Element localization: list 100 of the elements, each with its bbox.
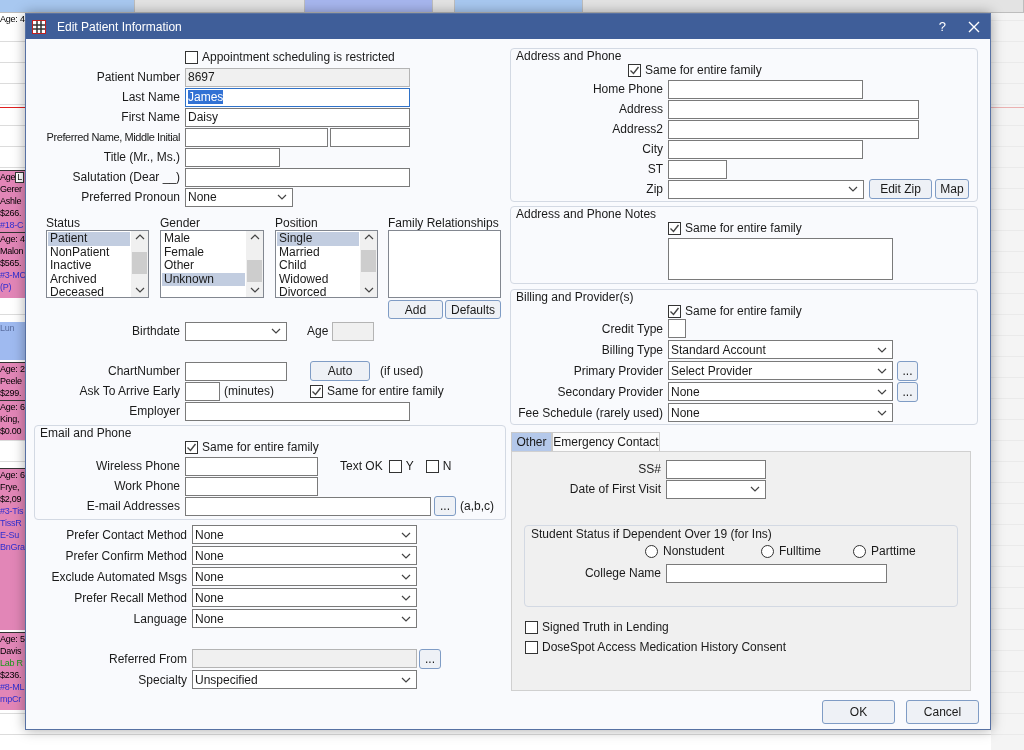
appointment-text: Lab R <box>0 657 23 669</box>
scrollbar[interactable] <box>360 231 377 297</box>
input-field[interactable] <box>666 459 766 479</box>
input-field[interactable] <box>668 99 919 119</box>
button[interactable]: Defaults <box>445 300 501 319</box>
checkbox[interactable]: N <box>425 457 452 475</box>
button[interactable]: ... <box>897 360 918 381</box>
dropdown[interactable] <box>668 179 864 199</box>
dropdown[interactable]: None <box>668 403 893 422</box>
list-item[interactable]: Widowed <box>277 272 359 286</box>
dropdown[interactable]: None <box>185 187 293 207</box>
list-item[interactable]: Inactive <box>48 259 130 273</box>
list-item[interactable]: Deceased <box>48 286 130 297</box>
dropdown[interactable]: None <box>668 382 893 401</box>
input-field[interactable] <box>185 167 410 187</box>
button[interactable]: Map <box>935 179 969 199</box>
list-item[interactable]: Male <box>162 232 245 246</box>
input-field[interactable] <box>185 147 280 167</box>
close-icon[interactable] <box>968 20 980 33</box>
button[interactable]: ... <box>897 381 918 402</box>
list-item[interactable]: Unknown <box>162 272 245 286</box>
checkbox[interactable]: DoseSpot Access Medication History Consent <box>525 638 787 656</box>
list-item[interactable]: Archived <box>48 272 130 286</box>
dropdown[interactable]: None <box>192 609 417 628</box>
input-field[interactable] <box>185 381 220 401</box>
notes-field[interactable] <box>668 238 893 280</box>
list-item[interactable]: Child <box>277 259 359 273</box>
list-item[interactable]: NonPatient <box>48 245 130 259</box>
dropdown[interactable] <box>185 321 287 341</box>
checkbox[interactable]: Same for entire family <box>185 438 319 456</box>
dropdown[interactable]: Standard Account <box>668 340 893 359</box>
check-icon <box>186 441 197 453</box>
tab[interactable]: Emergency Contact <box>552 432 660 451</box>
field-label: Credit Type <box>600 320 664 338</box>
app-icon <box>32 19 46 34</box>
field-label: Home Phone <box>591 81 664 98</box>
label-text: (a,b,c) <box>460 498 494 515</box>
scrollbar[interactable] <box>131 231 148 297</box>
field-label: Specialty <box>137 671 188 689</box>
scrollbar[interactable] <box>246 231 263 297</box>
input-field[interactable] <box>668 159 727 179</box>
checkbox[interactable]: Same for entire family <box>628 61 762 79</box>
button[interactable]: Add <box>388 300 443 319</box>
field-label: Preferred Name, Middle Initial <box>45 129 181 145</box>
checkbox[interactable]: Y <box>388 457 414 475</box>
list-item[interactable]: Patient <box>48 232 130 246</box>
checkbox[interactable]: Same for entire family <box>310 382 444 400</box>
appointment-text: $565. <box>0 257 22 269</box>
checkbox[interactable]: Appointment scheduling is restricted <box>185 48 395 66</box>
button[interactable]: OK <box>822 700 895 724</box>
help-button[interactable]: ? <box>938 16 946 37</box>
input-field[interactable] <box>668 139 863 159</box>
input-field[interactable] <box>666 563 887 583</box>
input-field[interactable] <box>185 496 431 516</box>
button[interactable]: Auto <box>310 361 370 381</box>
list-item[interactable]: Female <box>162 245 245 259</box>
radio-button[interactable]: Fulltime <box>761 542 853 560</box>
input-field[interactable]: James <box>185 87 410 107</box>
button[interactable]: ... <box>419 648 441 669</box>
list-item[interactable]: Married <box>277 245 359 259</box>
field-label: Patient Number <box>95 69 181 86</box>
list-title: Family Relationships <box>388 216 500 230</box>
dropdown[interactable]: None <box>192 567 417 586</box>
radio-button[interactable]: Nonstudent <box>645 542 761 560</box>
dropdown[interactable]: None <box>192 546 417 565</box>
field-label: Work Phone <box>113 478 181 495</box>
button[interactable]: Edit Zip <box>869 179 932 199</box>
dropdown[interactable]: None <box>192 525 417 544</box>
radio-button[interactable]: Parttime <box>853 542 916 560</box>
appointment-text: King, <box>0 413 20 425</box>
input-field[interactable]: Daisy <box>185 107 410 127</box>
input-field[interactable] <box>185 401 410 421</box>
field-label: Preferred Pronoun <box>80 189 181 206</box>
checkbox[interactable]: Same for entire family <box>668 302 802 320</box>
input-field[interactable] <box>185 361 287 381</box>
dropdown[interactable] <box>666 479 766 499</box>
tab[interactable]: Other <box>511 432 552 451</box>
list-item[interactable]: Divorced <box>277 286 359 297</box>
dropdown[interactable]: None <box>192 588 417 607</box>
input-field[interactable] <box>668 119 919 139</box>
input-field[interactable] <box>330 127 410 147</box>
list-item[interactable]: Single <box>277 232 359 246</box>
input-field[interactable] <box>668 319 686 338</box>
group-title: Address and Phone <box>515 49 623 63</box>
input-field[interactable] <box>668 79 863 99</box>
input-field[interactable] <box>185 127 328 147</box>
checkbox[interactable]: Same for entire family <box>668 219 802 237</box>
button[interactable]: Cancel <box>906 700 979 724</box>
dropdown[interactable]: Unspecified <box>192 670 417 689</box>
checkbox[interactable]: Signed Truth in Lending <box>525 618 669 636</box>
button[interactable]: ... <box>434 496 456 516</box>
dropdown[interactable]: Select Provider <box>668 361 893 380</box>
input-field[interactable] <box>185 456 318 476</box>
chevron-icon <box>877 367 887 374</box>
field-label: College Name <box>583 565 662 582</box>
input-field[interactable] <box>185 476 318 496</box>
field-label: Fee Schedule (rarely used) <box>517 404 664 422</box>
list-item[interactable]: Other <box>162 259 245 273</box>
appointment-text: Malon <box>0 245 24 257</box>
chevron-icon <box>401 531 411 538</box>
